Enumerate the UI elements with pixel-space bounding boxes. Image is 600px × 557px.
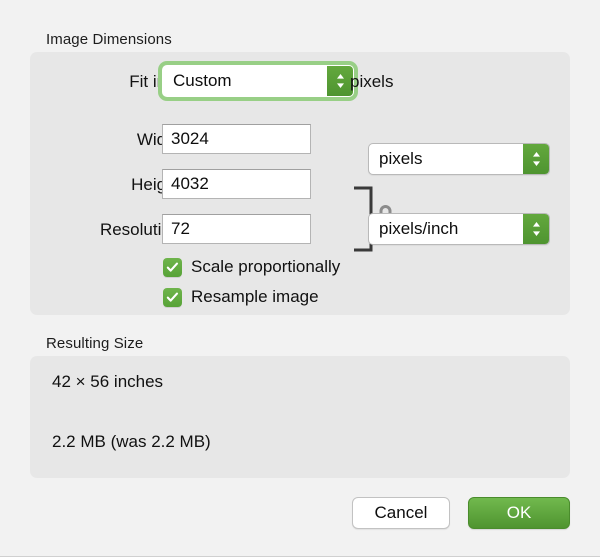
height-label: Height: xyxy=(131,175,185,194)
scale-proportionally-checkbox-row[interactable]: Scale proportionally xyxy=(163,257,340,277)
fit-into-label: Fit into: xyxy=(129,72,185,91)
stepper-up-down-icon[interactable] xyxy=(523,214,549,244)
fit-into-unit-label: pixels xyxy=(350,72,394,91)
fit-into-dropdown[interactable]: Custom xyxy=(162,65,354,97)
resulting-filesize-text: 2.2 MB (was 2.2 MB) xyxy=(52,432,211,451)
resolution-input[interactable] xyxy=(162,214,311,244)
resolution-label: Resolution: xyxy=(99,220,185,239)
image-size-dialog: Image Dimensions Fit into: Custom Width:… xyxy=(0,0,600,557)
ok-button[interactable]: OK xyxy=(468,497,570,529)
checkmark-icon[interactable] xyxy=(163,287,182,307)
width-label: Width: xyxy=(136,130,185,149)
height-input[interactable] xyxy=(162,169,311,199)
size-unit-dropdown[interactable]: pixels xyxy=(368,143,550,175)
cancel-button[interactable]: Cancel xyxy=(352,497,450,529)
checkmark-icon[interactable] xyxy=(163,257,182,277)
width-input[interactable] xyxy=(162,124,311,154)
scale-proportionally-label: Scale proportionally xyxy=(191,257,341,276)
section-title-image-dimensions: Image Dimensions xyxy=(46,31,172,48)
resample-image-label: Resample image xyxy=(191,287,319,306)
resample-image-checkbox-row[interactable]: Resample image xyxy=(163,287,319,307)
resolution-unit-dropdown[interactable]: pixels/inch xyxy=(368,213,550,245)
size-unit-value: pixels xyxy=(379,149,423,168)
resulting-dimensions-text: 42 × 56 inches xyxy=(52,372,164,391)
stepper-up-down-icon[interactable] xyxy=(523,144,549,174)
fit-into-value: Custom xyxy=(173,71,232,90)
resolution-unit-value: pixels/inch xyxy=(379,219,459,238)
section-title-resulting-size: Resulting Size xyxy=(46,335,144,352)
